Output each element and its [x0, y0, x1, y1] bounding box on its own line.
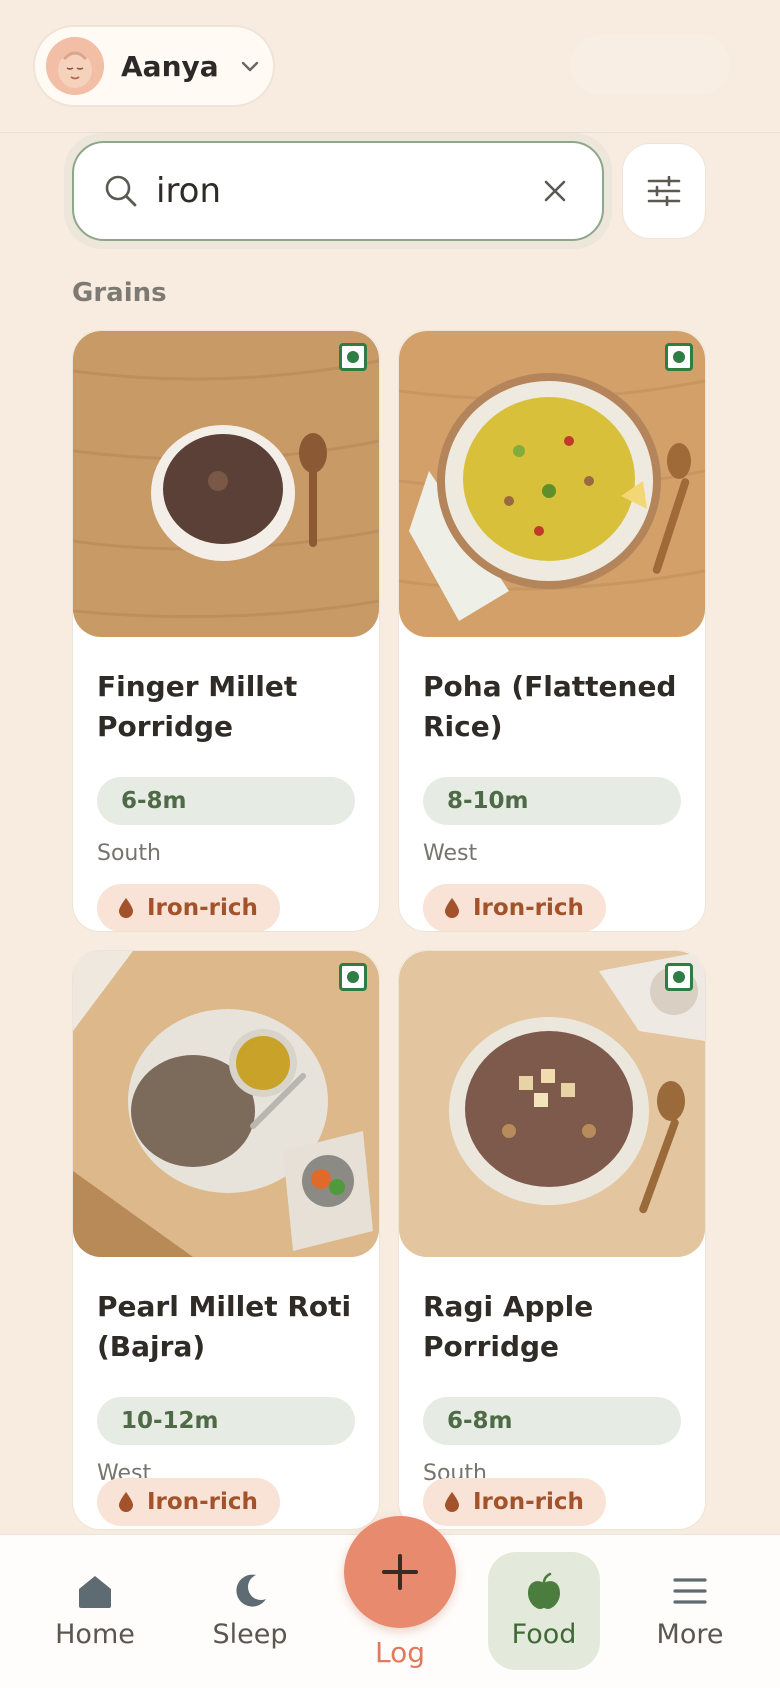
drop-icon — [445, 1492, 459, 1512]
sliders-icon — [647, 176, 681, 206]
drop-icon — [119, 1492, 133, 1512]
profile-switcher[interactable]: Aanya — [33, 25, 275, 107]
baby-face-icon — [46, 37, 104, 95]
nav-more[interactable]: More — [630, 1535, 750, 1688]
close-icon[interactable] — [542, 178, 568, 204]
nutrient-tag: Iron-rich — [423, 1478, 606, 1526]
drop-icon — [445, 898, 459, 918]
top-bar: Aanya — [0, 0, 780, 133]
moon-icon — [236, 1574, 266, 1607]
food-image — [399, 331, 705, 637]
food-name: Pearl Millet Roti (Bajra) — [97, 1290, 352, 1363]
nav-home[interactable]: Home — [35, 1535, 155, 1688]
veg-indicator-icon — [665, 343, 693, 371]
log-label: Log — [374, 1636, 425, 1669]
region-label: South — [97, 841, 161, 866]
nutrient-tag-label: Iron-rich — [147, 1489, 258, 1515]
food-image — [399, 951, 705, 1257]
search-input[interactable]: iron — [72, 141, 604, 241]
age-range-chip: 6-8m — [423, 1397, 681, 1445]
veg-indicator-icon — [339, 343, 367, 371]
food-name: Poha (Flattened Rice) — [423, 670, 677, 743]
profile-name: Aanya — [121, 49, 219, 83]
age-range-chip: 8-10m — [423, 777, 681, 825]
nutrient-tag: Iron-rich — [97, 1478, 280, 1526]
food-image — [73, 331, 379, 637]
chevron-down-icon — [241, 61, 258, 72]
menu-icon — [673, 1578, 707, 1604]
section-title: Grains — [72, 278, 167, 308]
veg-indicator-icon — [339, 963, 367, 991]
search-container: iron — [64, 133, 612, 249]
food-card[interactable]: Poha (Flattened Rice) 8-10m West Iron-ri… — [398, 330, 706, 932]
plus-icon — [382, 1554, 418, 1590]
age-range-chip: 6-8m — [97, 777, 355, 825]
nutrient-tag-label: Iron-rich — [473, 895, 584, 921]
nutrient-tag: Iron-rich — [97, 884, 280, 931]
nutrient-tag: Iron-rich — [423, 884, 606, 931]
food-name: Ragi Apple Porridge — [423, 1290, 594, 1363]
nav-food[interactable]: Food — [484, 1535, 604, 1688]
nutrient-tag-label: Iron-rich — [473, 1489, 584, 1515]
apple-icon — [528, 1572, 560, 1609]
nav-more-label: More — [656, 1619, 724, 1650]
search-icon — [105, 175, 137, 207]
nav-food-label: Food — [511, 1619, 577, 1650]
header-action-placeholder — [570, 35, 730, 95]
food-image — [73, 951, 379, 1257]
log-button[interactable] — [344, 1516, 456, 1628]
food-card[interactable]: Ragi Apple Porridge 6-8m South Iron-rich — [398, 950, 706, 1530]
age-range-chip: 10-12m — [97, 1397, 355, 1445]
drop-icon — [119, 898, 133, 918]
region-label: West — [423, 841, 478, 866]
food-card[interactable]: Finger Millet Porridge 6-8m South Iron-r… — [72, 330, 380, 932]
nav-sleep-label: Sleep — [212, 1619, 288, 1650]
filter-button[interactable] — [622, 143, 706, 239]
veg-indicator-icon — [665, 963, 693, 991]
nav-sleep[interactable]: Sleep — [190, 1535, 310, 1688]
nav-home-label: Home — [55, 1619, 135, 1650]
search-query: iron — [156, 171, 222, 211]
home-icon — [79, 1576, 111, 1608]
nutrient-tag-label: Iron-rich — [147, 895, 258, 921]
food-name: Finger Millet Porridge — [97, 670, 298, 743]
food-card[interactable]: Pearl Millet Roti (Bajra) 10-12m West Ir… — [72, 950, 380, 1530]
